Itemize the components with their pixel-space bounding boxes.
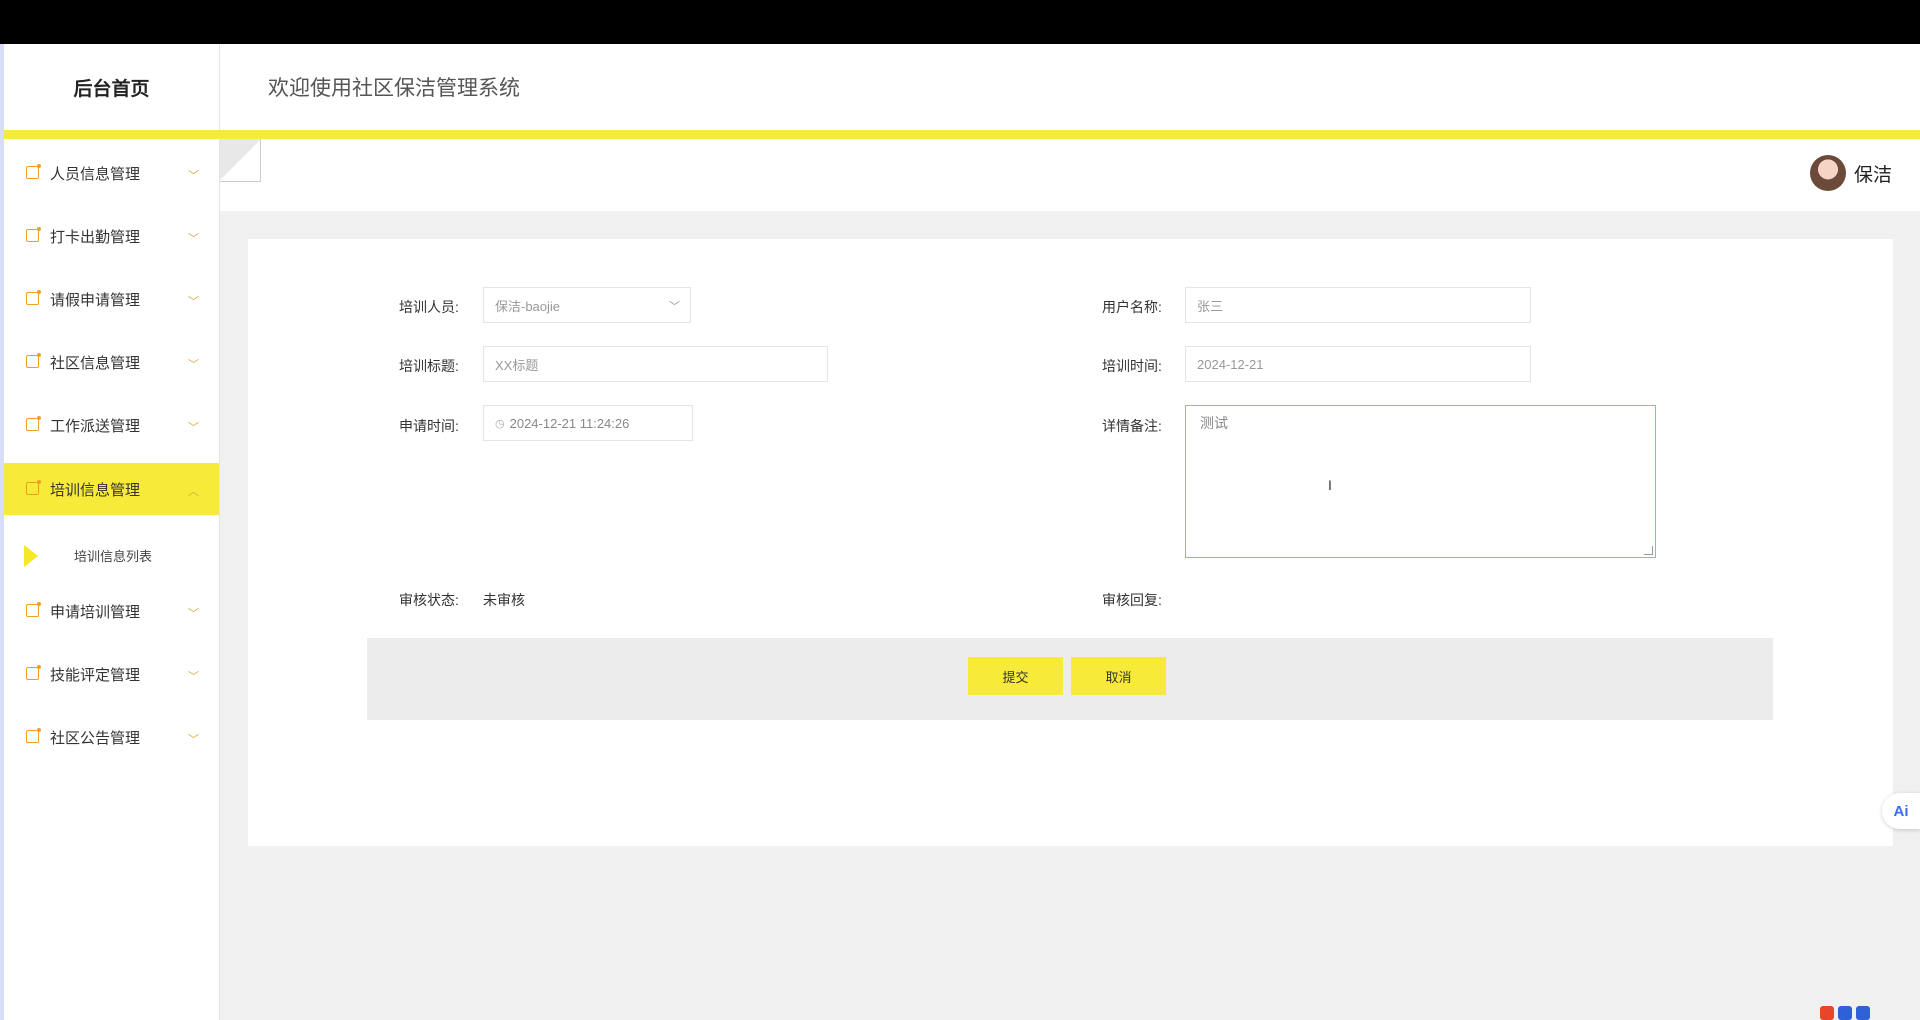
user-menu[interactable]: 保洁 [1809, 155, 1892, 191]
note-icon [26, 480, 41, 495]
title-value: XX标题 [495, 357, 539, 373]
sidebar-item-training[interactable]: 培训信息管理 ︿ [4, 463, 219, 515]
train-time-label: 培训时间: [1102, 358, 1162, 374]
trainee-select[interactable]: 保洁-baojie ﹀ [483, 287, 691, 323]
sidebar-item-announcements[interactable]: 社区公告管理 ﹀ [4, 711, 219, 763]
sidebar-item-attendance[interactable]: 打卡出勤管理 ﹀ [4, 210, 219, 262]
train-time-field[interactable]: 2024-12-21 [1185, 346, 1531, 382]
sidebar-item-skill-assessment[interactable]: 技能评定管理 ﹀ [4, 648, 219, 700]
chevron-down-icon: ﹀ [188, 296, 199, 308]
clock-icon: ◷ [495, 417, 505, 430]
train-time-value: 2024-12-21 [1197, 356, 1264, 372]
collapse-toggle[interactable] [220, 139, 261, 182]
sidebar-item-label: 社区信息管理 [50, 354, 141, 372]
content-top-bar: 保洁 [220, 139, 1920, 211]
note-icon [26, 728, 41, 743]
sidebar-item-label: 申请培训管理 [50, 603, 141, 621]
resize-handle-icon[interactable] [1644, 546, 1653, 555]
sidebar-item-label: 打卡出勤管理 [50, 228, 141, 246]
chevron-down-icon: ﹀ [188, 608, 199, 620]
form-actions: 提交 取消 [367, 638, 1773, 720]
corner-logo-icon [1820, 1006, 1920, 1020]
review-status-label: 审核状态: [399, 592, 459, 608]
chevron-down-icon: ﹀ [188, 734, 199, 746]
chevron-down-icon: ﹀ [188, 233, 199, 245]
sidebar-item-label: 技能评定管理 [50, 666, 141, 684]
remark-textarea[interactable]: 测试 I [1185, 405, 1656, 558]
sidebar-item-label: 培训信息管理 [50, 481, 141, 499]
sidebar: 人员信息管理 ﹀ 打卡出勤管理 ﹀ 请假申请管理 ﹀ 社区信息管理 ﹀ 工作派送… [4, 139, 220, 1020]
apply-time-value: 2024-12-21 11:24:26 [509, 415, 630, 431]
header-accent-line [4, 130, 1920, 139]
ai-assistant-button[interactable]: Ai [1882, 793, 1920, 829]
note-icon [26, 164, 41, 179]
submit-button[interactable]: 提交 [968, 657, 1063, 695]
active-marker-icon [24, 545, 38, 567]
sidebar-item-leave[interactable]: 请假申请管理 ﹀ [4, 273, 219, 325]
window-top-bar [0, 0, 1920, 44]
sidebar-item-label: 人员信息管理 [50, 165, 141, 183]
sidebar-item-dispatch[interactable]: 工作派送管理 ﹀ [4, 399, 219, 451]
note-icon [26, 290, 41, 305]
remark-label: 详情备注: [1102, 418, 1162, 434]
remark-value: 测试 [1200, 415, 1228, 431]
title-label: 培训标题: [399, 358, 459, 374]
note-icon [26, 227, 41, 242]
cancel-button[interactable]: 取消 [1071, 657, 1166, 695]
chevron-down-icon: ﹀ [669, 301, 680, 313]
note-icon [26, 602, 41, 617]
sidebar-item-community[interactable]: 社区信息管理 ﹀ [4, 336, 219, 388]
chevron-up-icon: ︿ [188, 486, 199, 498]
trainee-select-value: 保洁-baojie [495, 298, 561, 314]
apply-time-picker[interactable]: ◷ 2024-12-21 11:24:26 [483, 405, 693, 441]
sidebar-item-label: 社区公告管理 [50, 729, 141, 747]
review-status-value: 未审核 [483, 592, 525, 608]
sidebar-item-label: 请假申请管理 [50, 291, 141, 309]
note-icon [26, 665, 41, 680]
review-reply-label: 审核回复: [1102, 592, 1162, 608]
sidebar-item-label: 工作派送管理 [50, 417, 141, 435]
trainee-label: 培训人员: [399, 299, 459, 315]
text-cursor-icon: I [1328, 477, 1332, 493]
sidebar-item-personnel[interactable]: 人员信息管理 ﹀ [4, 147, 219, 199]
username-field[interactable]: 张三 [1185, 287, 1531, 323]
app-header: 后台首页 欢迎使用社区保洁管理系统 [4, 44, 1920, 130]
note-icon [26, 416, 41, 431]
system-title: 欢迎使用社区保洁管理系统 [268, 77, 520, 100]
username-label: 用户名称: [1102, 299, 1162, 315]
note-icon [26, 353, 41, 368]
sidebar-subitem-label: 培训信息列表 [74, 548, 153, 564]
title-field[interactable]: XX标题 [483, 346, 828, 382]
username-value: 张三 [1197, 298, 1224, 314]
home-link[interactable]: 后台首页 [4, 44, 220, 130]
chevron-down-icon: ﹀ [188, 170, 199, 182]
sidebar-item-apply-training[interactable]: 申请培训管理 ﹀ [4, 585, 219, 637]
training-form-card: 培训人员: 保洁-baojie ﹀ 用户名称: 张三 培训标题: XX标题 培训… [248, 239, 1893, 846]
chevron-down-icon: ﹀ [188, 422, 199, 434]
user-name: 保洁 [1853, 164, 1892, 186]
chevron-down-icon: ﹀ [188, 359, 199, 371]
chevron-down-icon: ﹀ [188, 671, 199, 683]
avatar [1809, 155, 1846, 191]
apply-time-label: 申请时间: [399, 418, 459, 434]
sidebar-subitem-training-list[interactable]: 培训信息列表 [4, 533, 219, 577]
